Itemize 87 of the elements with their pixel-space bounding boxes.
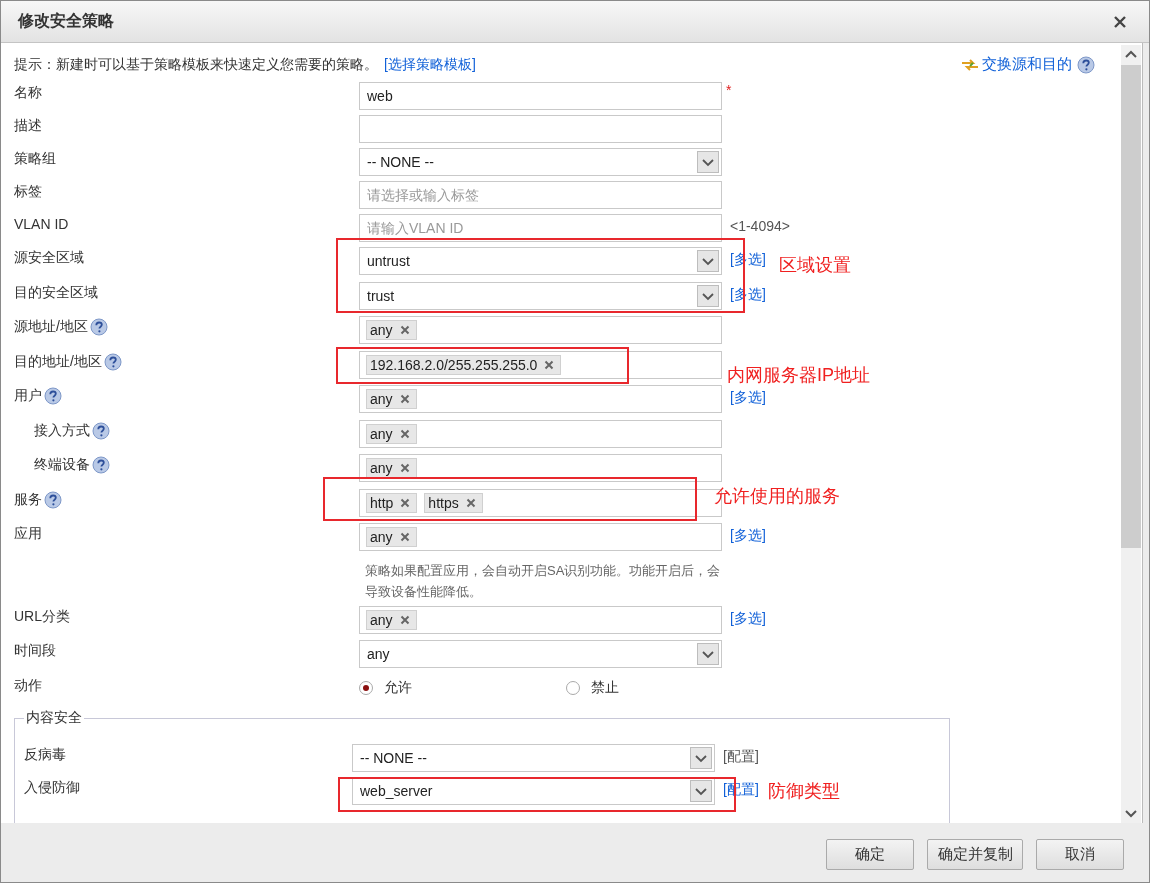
required-mark: * <box>726 82 732 98</box>
dialog-button[interactable]: 确定并复制 <box>927 839 1023 870</box>
radio-option[interactable]: 禁止 <box>566 678 773 697</box>
close-icon[interactable] <box>1113 14 1127 29</box>
annotation-text: 区域设置 <box>779 254 851 277</box>
section-title: 内容安全 <box>25 709 83 727</box>
field-label: 目的安全区域 <box>14 283 98 302</box>
field-label: 源地址/地区 <box>14 318 88 336</box>
remove-icon[interactable] <box>399 614 410 625</box>
field-label: 名称 <box>14 84 42 102</box>
side-note: [配置] <box>723 747 759 766</box>
input-field[interactable]: 请选择或输入标签 <box>359 181 722 209</box>
field-label: VLAN ID <box>14 216 69 232</box>
remove-icon[interactable] <box>399 463 410 473</box>
input-field[interactable] <box>359 115 722 143</box>
field-label: 动作 <box>14 676 42 695</box>
side-link[interactable]: [多选] <box>730 605 766 628</box>
side-note: <1-4094> <box>730 217 790 234</box>
help-icon[interactable] <box>103 352 122 371</box>
side-link[interactable]: [多选] <box>730 523 766 545</box>
tag-field[interactable]: any <box>359 605 722 634</box>
dropdown-field[interactable]: trust <box>359 281 722 310</box>
help-icon[interactable] <box>92 456 110 474</box>
input-field[interactable]: web <box>359 82 722 110</box>
template-link[interactable]: [选择策略模板] <box>384 55 476 74</box>
tag-label: any <box>370 322 393 338</box>
tag-label: http <box>370 494 394 511</box>
dropdown-field[interactable]: -- NONE -- <box>359 148 722 176</box>
tag-field[interactable]: any <box>359 523 722 551</box>
tag-label: any <box>370 460 393 476</box>
dropdown-field[interactable]: any <box>359 640 722 668</box>
field-label: 策略组 <box>14 150 56 168</box>
help-icon[interactable] <box>92 421 110 440</box>
field-label: 终端设备 <box>34 456 90 474</box>
remove-icon[interactable] <box>400 497 411 508</box>
tag-label: any <box>370 425 393 442</box>
info-text: 策略如果配置应用，会自动开启SA识别功能。功能开启后，会导致设备性能降低。 <box>364 561 722 601</box>
side-link[interactable]: [多选] <box>730 385 766 407</box>
tag-field[interactable]: any <box>359 385 722 413</box>
field-label: 反病毒 <box>24 746 66 764</box>
remove-icon[interactable] <box>465 497 476 508</box>
dropdown-field[interactable]: -- NONE -- <box>352 744 715 772</box>
tag-label: any <box>370 391 393 407</box>
tag-label: any <box>370 529 393 545</box>
remove-icon[interactable] <box>399 394 410 404</box>
field-label: 服务 <box>14 490 42 509</box>
annotation-text: 内网服务器IP地址 <box>727 364 870 387</box>
field-label: 时间段 <box>14 642 56 660</box>
help-icon[interactable] <box>44 490 62 509</box>
input-field[interactable]: 请输入VLAN ID <box>359 214 722 242</box>
dialog-button[interactable]: 确定 <box>826 839 914 870</box>
remove-icon[interactable] <box>399 325 410 335</box>
field-label: 源安全区域 <box>14 249 84 267</box>
field-label: 接入方式 <box>34 421 90 440</box>
field-label: 用户 <box>14 387 42 405</box>
tag-field[interactable]: any <box>359 454 722 482</box>
tag-field[interactable]: any <box>359 316 722 344</box>
remove-icon[interactable] <box>399 532 410 542</box>
help-icon[interactable] <box>44 387 62 405</box>
field-label: 入侵防御 <box>24 779 80 797</box>
tag-label: 192.168.2.0/255.255.255.0 <box>370 356 538 373</box>
field-label: URL分类 <box>14 607 70 626</box>
remove-icon[interactable] <box>399 428 410 439</box>
scroll-thumb[interactable] <box>1121 65 1141 548</box>
tag-field[interactable]: any <box>359 419 722 448</box>
dialog-button[interactable]: 取消 <box>1036 839 1124 870</box>
swap-arrows-icon <box>961 57 979 72</box>
help-icon[interactable] <box>1077 55 1095 74</box>
window-title: 修改安全策略 <box>18 11 114 31</box>
swap-link-text[interactable]: 交换源和目的 <box>982 55 1072 74</box>
radio-button[interactable] <box>359 680 373 695</box>
radio-button[interactable] <box>566 680 580 695</box>
tag-label: https <box>428 494 459 511</box>
hint-text: 提示：新建时可以基于策略模板来快速定义您需要的策略。 <box>14 55 378 74</box>
scrollbar[interactable] <box>1121 45 1141 823</box>
remove-icon[interactable] <box>544 359 555 370</box>
field-label: 目的地址/地区 <box>14 352 102 371</box>
field-label: 标签 <box>14 183 42 201</box>
radio-option[interactable]: 允许 <box>359 678 566 697</box>
tag-field[interactable]: 192.168.2.0/255.255.255.0 <box>359 350 722 379</box>
field-label: 应用 <box>14 525 42 543</box>
help-icon[interactable] <box>89 318 108 336</box>
dropdown-field[interactable]: web_server <box>352 777 715 805</box>
tag-label: any <box>370 611 393 628</box>
dropdown-field[interactable]: untrust <box>359 247 722 275</box>
annotation-text: 防御类型 <box>768 780 840 803</box>
field-label: 描述 <box>14 117 42 135</box>
